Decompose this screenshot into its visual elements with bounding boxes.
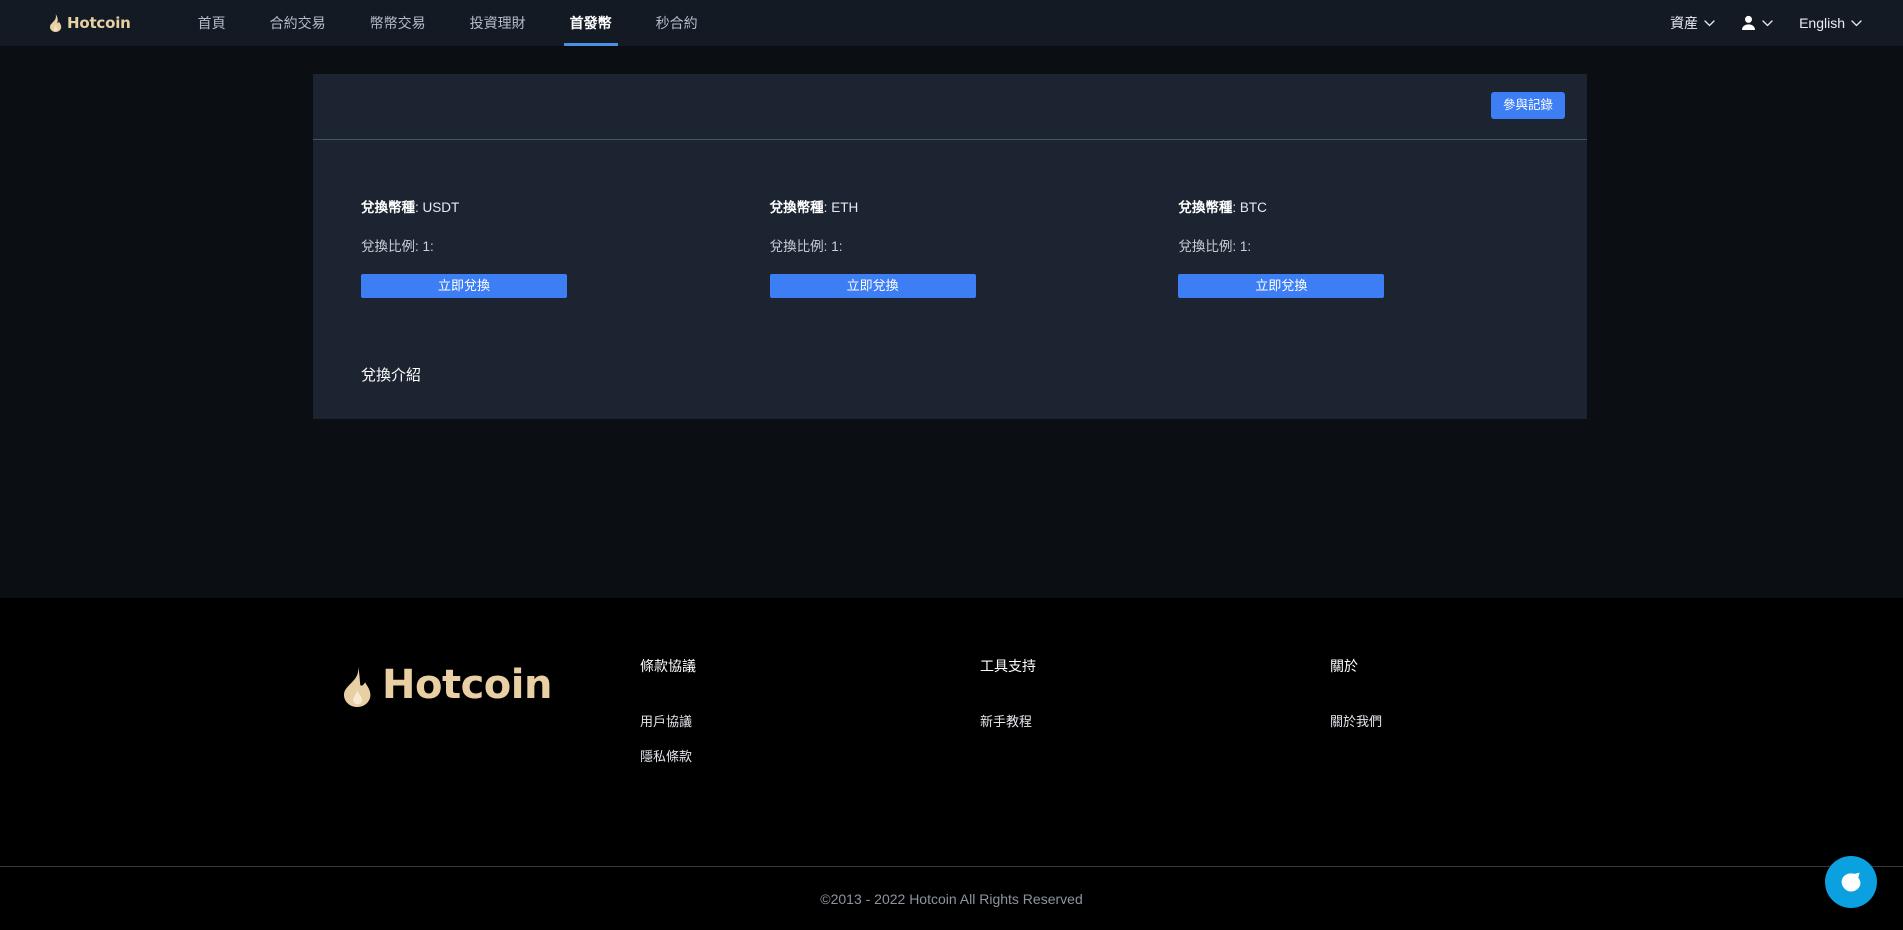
currency-label: 兌換幣種 (361, 200, 415, 215)
footer-link-about-us[interactable]: 關於我們 (1330, 711, 1382, 730)
currency-value: BTC (1239, 200, 1267, 215)
exchange-option-eth: 兌換幣種: ETH 兌換比例: 1: 立即兌換 (769, 196, 1179, 298)
footer-brand-name: Hotcoin (382, 662, 552, 708)
chat-bubble-icon (1840, 871, 1862, 893)
currency-value: ETH (831, 200, 859, 215)
footer-column-title: 工具支持 (980, 658, 1036, 674)
nav-item-spot-trading[interactable]: 幣幣交易 (348, 0, 448, 46)
card-body: 兌換幣種: USDT 兌換比例: 1: 立即兌換 兌換幣種: ETH 兌換比例:… (313, 140, 1587, 419)
footer-brand-logo[interactable]: Hotcoin (342, 662, 552, 708)
ratio-label: 兌換比例 (361, 239, 415, 254)
language-menu-label: English (1799, 15, 1845, 31)
copyright-text: ©2013 - 2022 Hotcoin All Rights Reserved (820, 890, 1083, 907)
launchpad-card: 參與記錄 兌換幣種: USDT 兌換比例: 1: 立即兌換 兌換幣種: ETH (313, 74, 1587, 419)
nav-item-investment[interactable]: 投資理財 (448, 0, 548, 46)
currency-label: 兌換幣種 (1178, 200, 1233, 215)
swap-now-button[interactable]: 立即兌換 (769, 274, 976, 298)
chat-widget-button[interactable] (1825, 856, 1877, 908)
account-menu[interactable] (1728, 0, 1786, 46)
exchange-option-btc: 兌換幣種: BTC 兌換比例: 1: 立即兌換 (1178, 196, 1587, 298)
ratio-row: 兌換比例: 1: (769, 239, 843, 254)
top-navigation-bar: Hotcoin 首頁 合約交易 幣幣交易 投資理財 首發幣 秒合約 資産 Eng… (0, 0, 1903, 46)
swap-now-button[interactable]: 立即兌換 (1178, 274, 1385, 298)
exchange-option-usdt: 兌換幣種: USDT 兌換比例: 1: 立即兌換 (361, 196, 770, 298)
language-menu[interactable]: English (1786, 0, 1875, 46)
ratio-value: 1: (831, 239, 843, 254)
flame-icon (49, 14, 62, 32)
ratio-row: 兌換比例: 1: (1178, 239, 1252, 254)
exchange-options-list: 兌換幣種: USDT 兌換比例: 1: 立即兌換 兌換幣種: ETH 兌換比例:… (313, 140, 1587, 298)
ratio-label: 兌換比例 (769, 239, 824, 254)
currency-row: 兌換幣種: USDT (361, 200, 460, 215)
chevron-down-icon (1762, 19, 1773, 27)
header-right-actions: 資産 English (1657, 0, 1875, 46)
brand-name: Hotcoin (67, 14, 131, 32)
assets-menu-label: 資産 (1670, 15, 1699, 31)
participation-record-button[interactable]: 參與記錄 (1490, 92, 1565, 119)
currency-row: 兌換幣種: ETH (769, 200, 859, 215)
footer-link-beginner-tutorial[interactable]: 新手教程 (980, 711, 1032, 730)
nav-item-home[interactable]: 首頁 (176, 0, 248, 46)
currency-label: 兌換幣種 (769, 200, 824, 215)
page-root: Hotcoin 首頁 合約交易 幣幣交易 投資理財 首發幣 秒合約 資産 Eng… (0, 0, 1903, 930)
footer-column-links: 關於我們 (1330, 711, 1382, 746)
nav-item-contract-trading[interactable]: 合約交易 (248, 0, 348, 46)
footer-column-title: 條款協議 (640, 658, 696, 674)
currency-value: USDT (422, 200, 460, 215)
assets-menu[interactable]: 資産 (1657, 0, 1728, 46)
chevron-down-icon (1704, 19, 1715, 27)
chevron-down-icon (1851, 19, 1862, 27)
exchange-introduction-title: 兌換介紹 (361, 367, 422, 384)
flame-icon (342, 663, 372, 707)
nav-item-seconds-contract[interactable]: 秒合約 (634, 0, 720, 46)
footer-content: Hotcoin 條款協議 用戶協議 隱私條款 工具支持 新手教程 關於 關於我們 (0, 598, 1903, 866)
footer-column-links: 新手教程 (980, 711, 1032, 746)
card-header: 參與記錄 (313, 74, 1587, 139)
nav-item-launchpad[interactable]: 首發幣 (548, 0, 634, 46)
ratio-row: 兌換比例: 1: (361, 239, 434, 254)
ratio-label: 兌換比例 (1178, 239, 1233, 254)
brand-logo[interactable]: Hotcoin (49, 0, 131, 46)
footer-link-user-agreement[interactable]: 用戶協議 (640, 711, 692, 730)
currency-row: 兌換幣種: BTC (1178, 200, 1267, 215)
footer-column-links: 用戶協議 隱私條款 (640, 711, 692, 781)
footer-column-title: 關於 (1330, 658, 1358, 674)
ratio-value: 1: (1239, 239, 1252, 254)
site-footer: Hotcoin 條款協議 用戶協議 隱私條款 工具支持 新手教程 關於 關於我們 (0, 598, 1903, 930)
swap-now-button[interactable]: 立即兌換 (361, 274, 567, 298)
main-nav: 首頁 合約交易 幣幣交易 投資理財 首發幣 秒合約 (176, 0, 720, 46)
ratio-value: 1: (422, 239, 434, 254)
footer-link-privacy-policy[interactable]: 隱私條款 (640, 746, 692, 765)
user-icon (1741, 15, 1756, 31)
